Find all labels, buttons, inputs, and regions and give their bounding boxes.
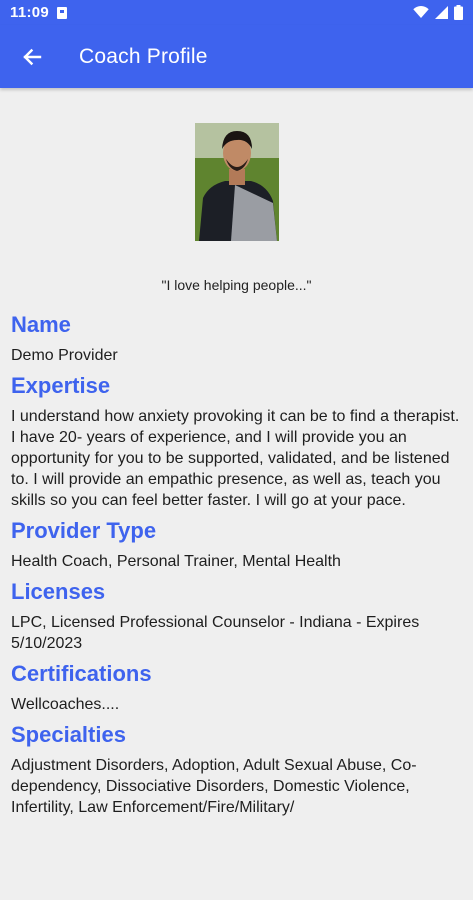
section-provider-type: Provider Type Health Coach, Personal Tra… xyxy=(0,517,473,572)
status-bar: 11:09 xyxy=(0,0,473,25)
battery-icon xyxy=(454,5,463,20)
section-title: Certifications xyxy=(11,661,152,686)
status-time: 11:09 xyxy=(10,4,50,21)
avatar-wrap xyxy=(0,123,473,241)
section-licenses: Licenses LPC, Licensed Professional Coun… xyxy=(0,578,473,654)
section-text: Adjustment Disorders, Adoption, Adult Se… xyxy=(11,757,417,816)
section-text: Demo Provider xyxy=(11,347,118,364)
section-title: Specialties xyxy=(11,722,126,747)
avatar xyxy=(194,123,279,241)
status-left: 11:09 xyxy=(10,4,68,21)
section-expertise: Expertise I understand how anxiety provo… xyxy=(0,372,473,511)
back-button[interactable] xyxy=(4,29,60,85)
status-right xyxy=(413,5,463,20)
section-title: Provider Type xyxy=(11,518,157,543)
profile-content: "I love helping people..." Name Demo Pro… xyxy=(0,88,473,824)
app-bar: Coach Profile xyxy=(0,25,473,88)
arrow-left-icon xyxy=(23,48,42,65)
section-title: Name xyxy=(11,312,71,337)
section-name: Name Demo Provider xyxy=(0,311,473,366)
section-text: I understand how anxiety provoking it ca… xyxy=(11,408,460,509)
section-text: Wellcoaches.... xyxy=(11,696,120,713)
profile-quote: "I love helping people..." xyxy=(161,277,312,293)
section-text: Health Coach, Personal Trainer, Mental H… xyxy=(11,553,341,570)
section-title: Expertise xyxy=(11,373,111,398)
section-title: Licenses xyxy=(11,579,106,604)
section-specialties: Specialties Adjustment Disorders, Adopti… xyxy=(0,721,473,818)
section-text: LPC, Licensed Professional Counselor - I… xyxy=(11,614,420,652)
wifi-icon xyxy=(413,6,429,18)
signal-icon xyxy=(435,6,448,19)
avatar-photo xyxy=(194,123,279,241)
page-title: Coach Profile xyxy=(79,44,208,68)
sd-card-icon xyxy=(57,6,68,19)
section-certifications: Certifications Wellcoaches.... xyxy=(0,660,473,715)
